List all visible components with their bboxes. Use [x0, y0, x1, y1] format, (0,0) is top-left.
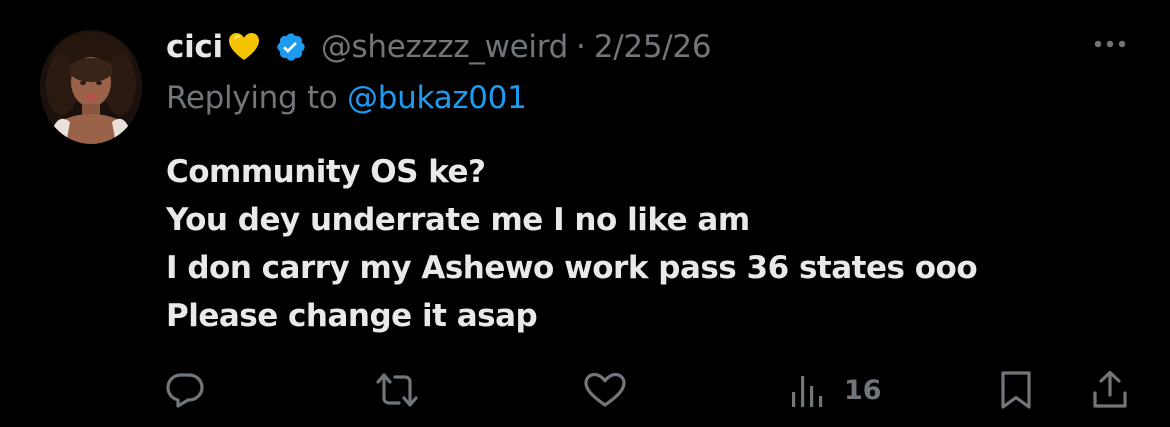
verified-badge-icon[interactable]	[275, 31, 307, 63]
reply-button[interactable]	[164, 370, 206, 410]
reply-mention-link[interactable]: @bukaz001	[347, 80, 527, 116]
views-button[interactable]: 16	[788, 370, 882, 410]
share-button[interactable]	[1090, 370, 1130, 410]
tweet-text-line: Community OS ke?	[166, 154, 486, 190]
retweet-button[interactable]	[372, 370, 422, 410]
author-handle[interactable]: @shezzzz_weird	[321, 29, 568, 65]
tweet-text: Community OS ke? You dey underrate me I …	[166, 148, 978, 340]
tweet-text-line: I don carry my Ashewo work pass 36 state…	[166, 250, 978, 286]
header-separator: ·	[576, 29, 586, 65]
bookmark-button[interactable]	[996, 370, 1036, 410]
more-dots-icon[interactable]	[1090, 34, 1130, 54]
tweet-header: cici @shezzzz_weird · 2/25/26	[166, 24, 712, 70]
avatar[interactable]	[40, 30, 142, 144]
yellow-heart-emoji-icon	[227, 30, 261, 64]
views-count: 16	[844, 374, 882, 406]
replying-to: Replying to @bukaz001	[166, 80, 527, 116]
avatar-photo	[40, 30, 142, 144]
replying-to-label: Replying to	[166, 80, 338, 116]
views-bars-icon	[792, 376, 823, 407]
tweet-text-line: Please change it asap	[166, 298, 538, 334]
retweet-icon	[376, 373, 418, 407]
share-icon	[1093, 370, 1127, 408]
reply-bubble-icon	[166, 373, 204, 408]
tweet-text-line: You dey underrate me I no like am	[166, 202, 750, 238]
author-name[interactable]: cici	[166, 29, 223, 65]
bookmark-icon	[1001, 371, 1031, 409]
like-button[interactable]	[582, 370, 628, 410]
tweet-date[interactable]: 2/25/26	[594, 29, 712, 65]
tweet-actions: 16	[0, 360, 1170, 420]
tweet[interactable]: cici @shezzzz_weird · 2/25/26 Replying t…	[0, 0, 1170, 427]
heart-outline-icon	[584, 372, 626, 407]
